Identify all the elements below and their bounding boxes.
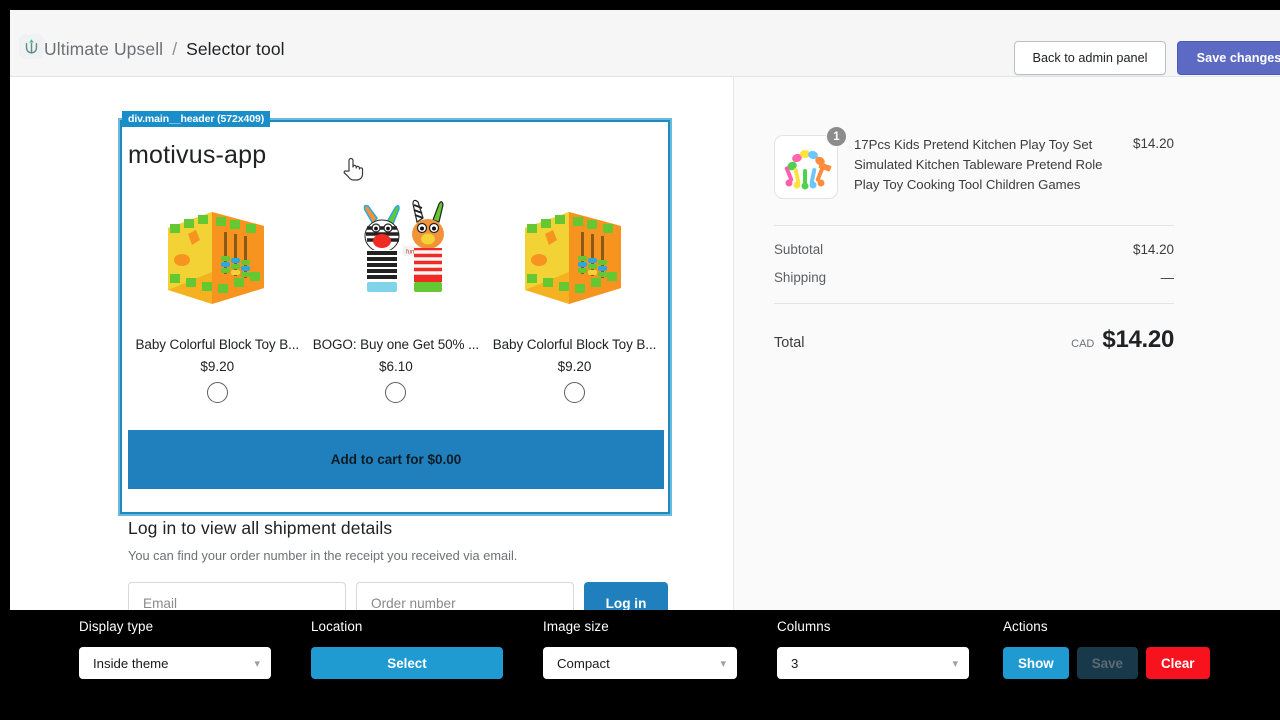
inspector-element-badge: div.main__header (572x409): [122, 111, 271, 127]
chevron-down-icon: ▾: [254, 657, 260, 670]
subtotal-label: Subtotal: [774, 242, 824, 257]
image-size-label: Image size: [543, 619, 609, 634]
product-price: $9.20: [200, 359, 235, 374]
image-size-select[interactable]: Compact ▾: [543, 647, 737, 679]
order-number-field[interactable]: Order number: [356, 582, 574, 610]
kitchen-play-set-image: [774, 135, 838, 199]
pointing-hand-cursor: [342, 155, 364, 186]
login-form: Email Order number Log in: [128, 582, 688, 610]
breadcrumb: Ultimate Upsell / Selector tool: [19, 34, 285, 60]
image-size-group: Image size Compact ▾: [543, 619, 737, 679]
product-title: BOGO: Buy one Get 50% ...: [312, 337, 480, 352]
total-label: Total: [774, 335, 805, 351]
page-title: Selector tool: [186, 39, 285, 59]
anchor-logo-icon: [19, 34, 44, 59]
actions-label: Actions: [1003, 619, 1048, 634]
bottom-control-bar: Display type Inside theme ▾ Location Sel…: [0, 610, 1280, 720]
log-in-button[interactable]: Log in: [584, 582, 668, 610]
product-list: Baby Colorful Block Toy B... $9.20 funny…: [128, 194, 664, 403]
upsell-widget: motivus-app Baby Colorful Block Toy B...…: [128, 126, 664, 512]
product-title: Baby Colorful Block Toy B...: [492, 337, 657, 352]
browser-viewport: Ultimate Upsell / Selector tool Back to …: [10, 10, 1280, 610]
quantity-badge: 1: [826, 126, 847, 147]
product-price: $6.10: [378, 359, 413, 374]
product-select-radio[interactable]: [206, 382, 228, 403]
columns-value: 3: [791, 655, 799, 671]
summary-row-shipping: Shipping —: [774, 257, 1174, 303]
login-subtext: You can find your order number in the re…: [128, 548, 518, 563]
summary-item-name: 17Pcs Kids Pretend Kitchen Play Toy Set …: [854, 137, 1103, 193]
chevron-down-icon: ▾: [952, 657, 958, 670]
block-toy-cube-image: [515, 194, 633, 312]
columns-select[interactable]: 3 ▾: [777, 647, 969, 679]
product-select-radio[interactable]: [563, 382, 585, 403]
total-currency: CAD: [1071, 338, 1095, 350]
clear-button[interactable]: Clear: [1146, 647, 1210, 679]
image-size-value: Compact: [557, 655, 610, 671]
shipping-label: Shipping: [774, 270, 827, 285]
product-card[interactable]: Baby Colorful Block Toy B... $9.20: [485, 194, 664, 403]
back-to-admin-panel-button[interactable]: Back to admin panel: [1014, 41, 1166, 75]
summary-item-price: $14.20: [1133, 136, 1174, 151]
chevron-down-icon: ▾: [720, 657, 726, 670]
location-label: Location: [311, 619, 363, 634]
breadcrumb-separator: /: [172, 39, 178, 59]
location-group: Location Select: [311, 619, 503, 679]
order-summary-pane: 1 17Pcs Kids Pretend Kitchen Play Toy Se…: [733, 77, 1280, 610]
order-summary: 1 17Pcs Kids Pretend Kitchen Play Toy Se…: [774, 126, 1174, 354]
email-field[interactable]: Email: [128, 582, 346, 610]
summary-row-subtotal: Subtotal $14.20: [774, 226, 1174, 257]
subtotal-value: $14.20: [1133, 242, 1174, 257]
show-button[interactable]: Show: [1003, 647, 1069, 679]
summary-line-item: 1 17Pcs Kids Pretend Kitchen Play Toy Se…: [774, 126, 1174, 225]
columns-group: Columns 3 ▾: [777, 619, 969, 679]
select-location-button[interactable]: Select: [311, 647, 503, 679]
display-type-group: Display type Inside theme ▾: [79, 619, 271, 679]
display-type-label: Display type: [79, 619, 154, 634]
product-price: $9.20: [557, 359, 592, 374]
product-card[interactable]: Baby Colorful Block Toy B... $9.20: [128, 194, 307, 403]
login-heading: Log in to view all shipment details: [128, 518, 393, 538]
add-to-cart-button[interactable]: Add to cart for $0.00: [128, 430, 664, 489]
app-top-bar: Ultimate Upsell / Selector tool Back to …: [10, 10, 1280, 77]
save-button: Save: [1076, 647, 1138, 679]
zebra-giraffe-sock-rattle-image: funny: [337, 194, 455, 312]
actions-group: Actions Show Save Clear: [1003, 619, 1210, 679]
product-select-radio[interactable]: [385, 382, 407, 403]
block-toy-cube-image: [158, 194, 276, 312]
total-value: $14.20: [1102, 326, 1174, 353]
summary-item-thumbnail-wrap: 1: [774, 126, 847, 199]
display-type-select[interactable]: Inside theme ▾: [79, 647, 271, 679]
product-title: Baby Colorful Block Toy B...: [135, 337, 300, 352]
columns-label: Columns: [777, 619, 831, 634]
login-section: Log in to view all shipment details You …: [128, 518, 688, 610]
product-card[interactable]: funny BOGO: Buy one Get 50% ... $6.10: [307, 194, 486, 403]
action-buttons: Show Save Clear: [1003, 647, 1210, 679]
summary-row-total: Total CAD $14.20: [774, 304, 1174, 354]
brand-name[interactable]: Ultimate Upsell: [44, 39, 163, 60]
save-changes-button[interactable]: Save changes: [1177, 41, 1280, 75]
shipping-value: —: [1160, 270, 1174, 285]
display-type-value: Inside theme: [93, 655, 169, 671]
widget-store-title: motivus-app: [128, 141, 267, 169]
total-amount-group: CAD $14.20: [1071, 326, 1174, 354]
